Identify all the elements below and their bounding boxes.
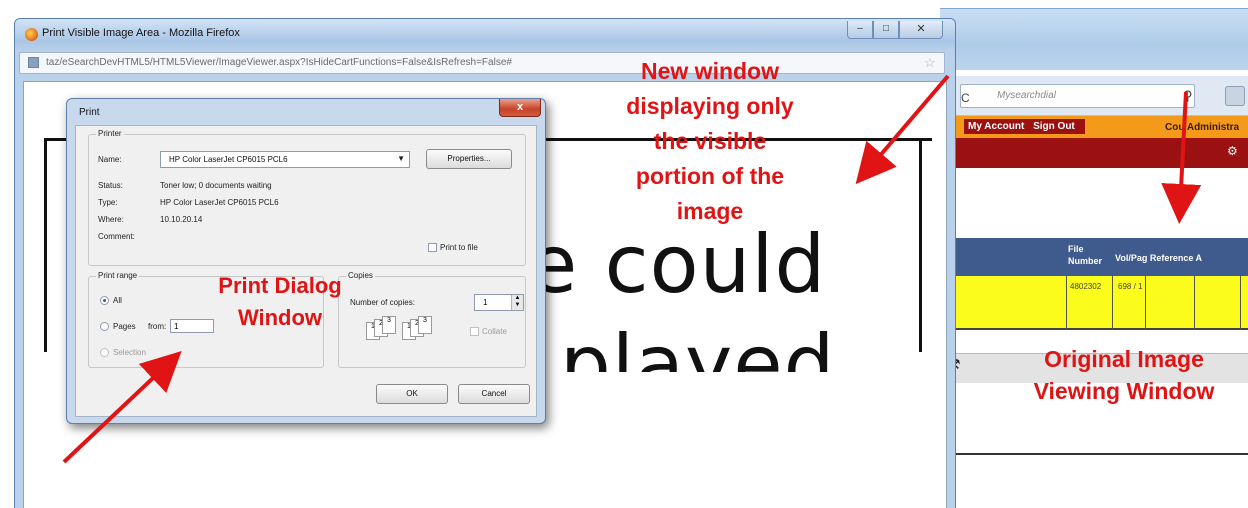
arrow-to-original-table-icon — [1161, 91, 1202, 224]
arrow-to-new-window-icon — [855, 74, 950, 185]
annotation-arrows — [62, 74, 1202, 464]
arrow-to-print-dialog-icon — [62, 351, 182, 464]
screenshot-stage: C Mysearchdial ⚲ My Account Sign Out Cou… — [0, 0, 1248, 508]
